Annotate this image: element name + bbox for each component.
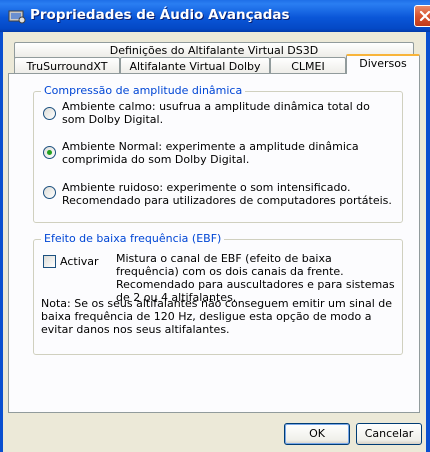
tab-panel-diversos: Compressão de amplitude dinâmica Ambient… — [8, 73, 420, 413]
ok-button[interactable]: OK — [284, 423, 350, 445]
lfe-enable-checkbox[interactable] — [43, 255, 56, 268]
radio-normal-environment[interactable] — [43, 146, 56, 159]
radio-noisy-environment[interactable] — [43, 186, 56, 199]
close-button[interactable] — [414, 5, 430, 27]
tab-diversos[interactable]: Diversos — [346, 54, 420, 74]
window-title: Propriedades de Áudio Avançadas — [30, 7, 290, 23]
radio-quiet-label[interactable]: Ambiente calmo: usufrua a amplitude dinâ… — [62, 100, 392, 126]
lfe-enable-label[interactable]: Activar — [60, 255, 99, 268]
radio-selected-dot — [47, 150, 52, 155]
lfe-note: Nota: Se os seus altifalantes não conseg… — [41, 297, 393, 336]
window-frame-left — [0, 32, 3, 452]
cancel-button[interactable]: Cancelar — [356, 423, 422, 445]
audio-app-icon — [8, 7, 26, 25]
title-bar[interactable]: Propriedades de Áudio Avançadas — [0, 0, 430, 32]
radio-noisy-label[interactable]: Ambiente ruidoso: experimente o som inte… — [62, 181, 392, 207]
radio-quiet-environment[interactable] — [43, 107, 56, 120]
lfe-group-legend: Efeito de baixa frequência (EBF) — [41, 232, 225, 245]
drc-group-legend: Compressão de amplitude dinâmica — [41, 84, 246, 97]
close-icon — [419, 10, 430, 22]
window-frame-right — [426, 32, 430, 452]
radio-normal-label[interactable]: Ambiente Normal: experimente a amplitude… — [62, 140, 392, 166]
dialog-window: Propriedades de Áudio Avançadas Definiçõ… — [0, 0, 430, 452]
